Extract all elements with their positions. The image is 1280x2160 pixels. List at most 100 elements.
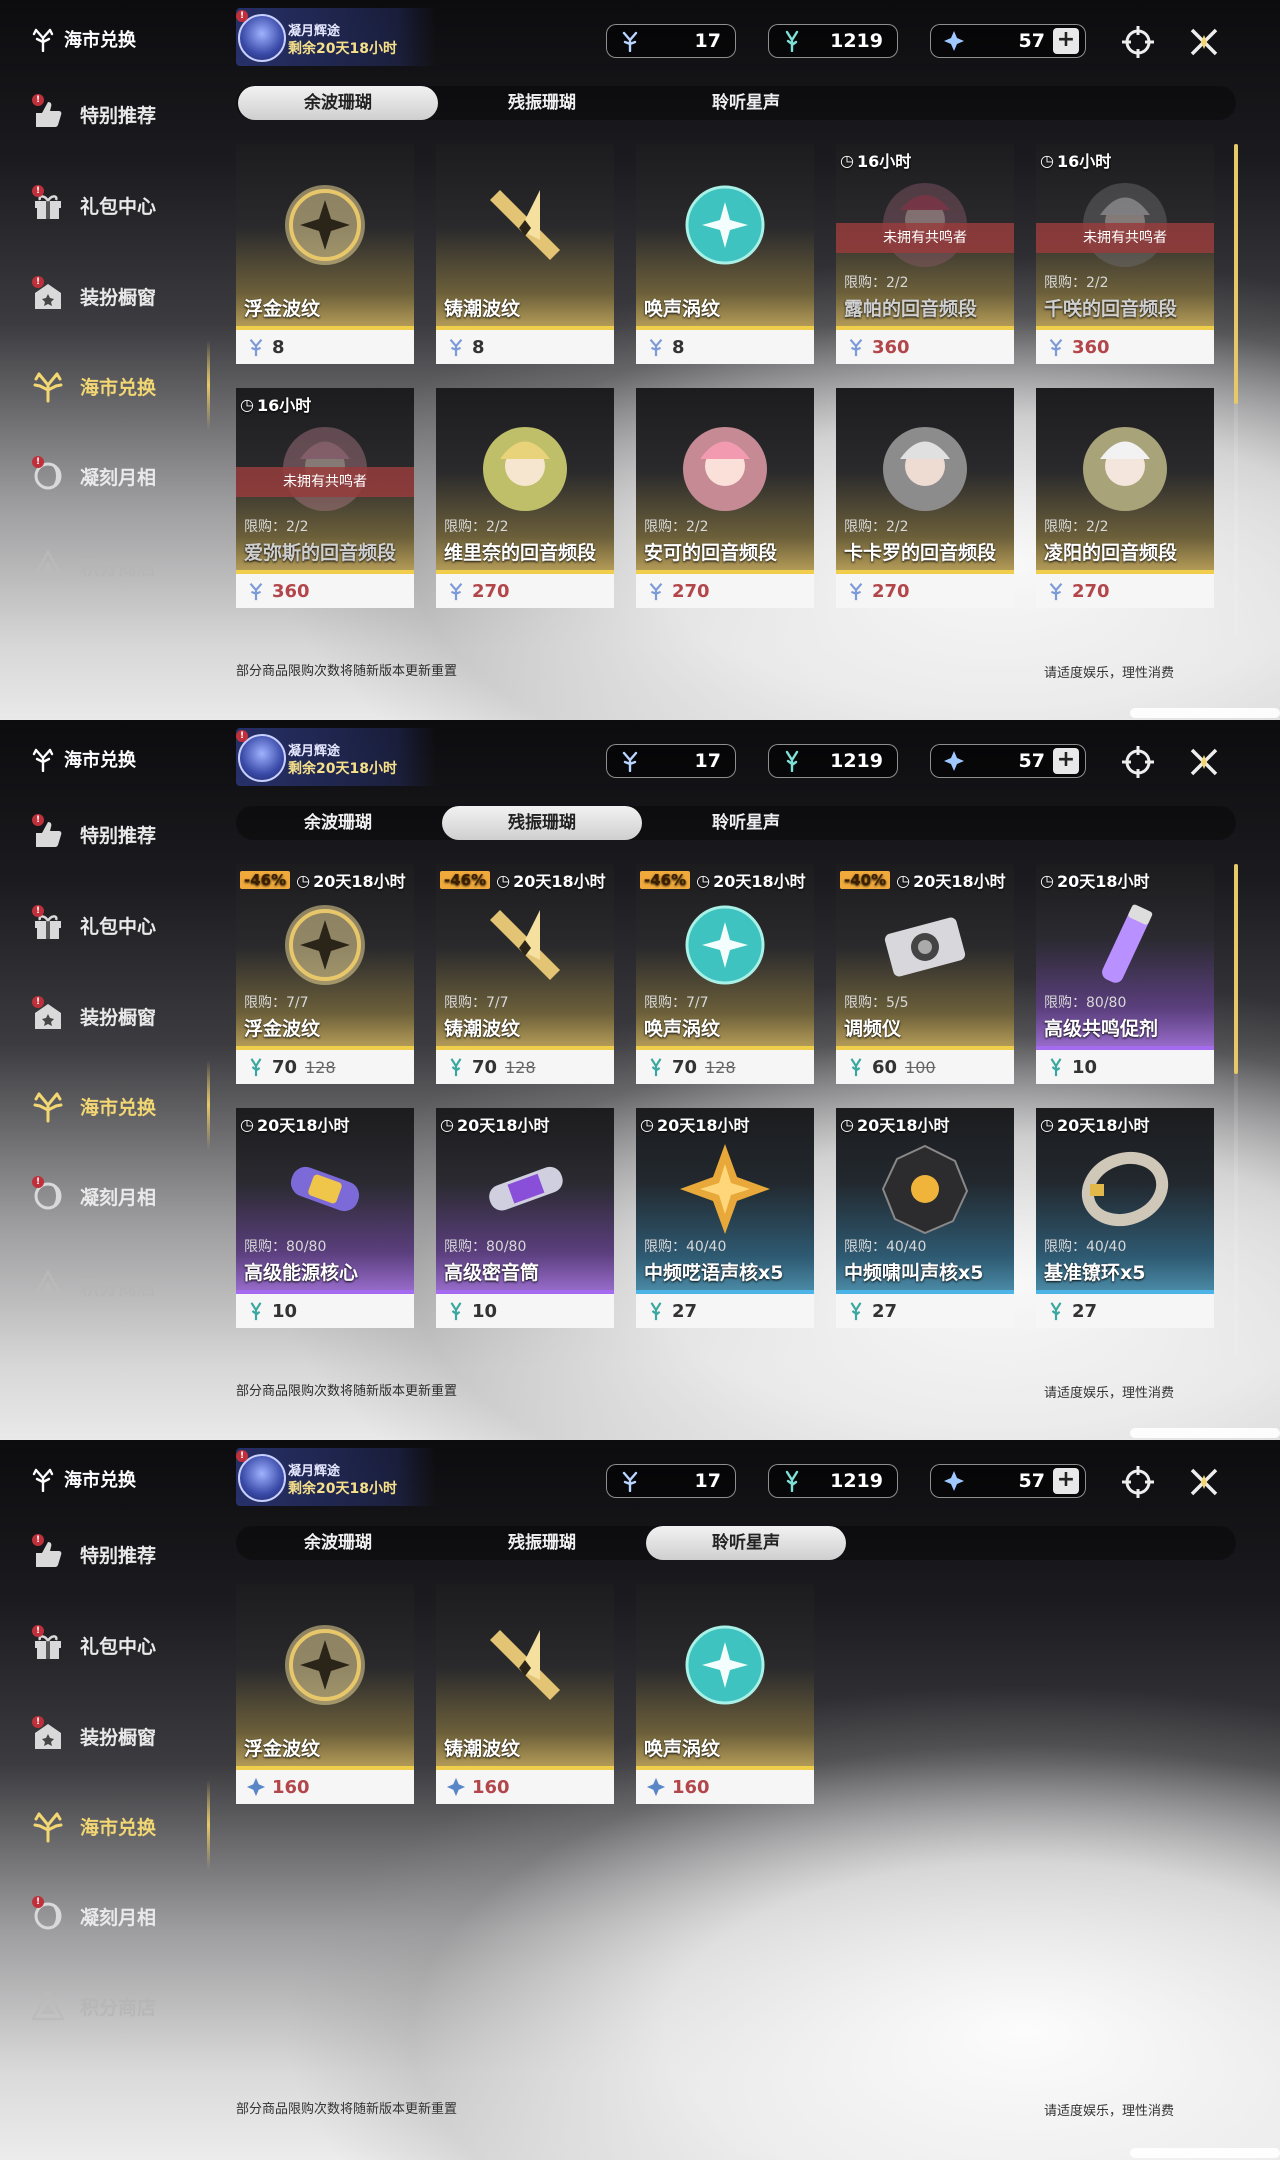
event-banner[interactable]: ! 凝月辉途 剩余20天18小时 <box>236 8 436 66</box>
item-card[interactable]: ◷ 20天18小时 限购：40/40 中频啸叫声核x5 27 <box>836 1108 1014 1328</box>
sidebar-item-moon[interactable]: ! 凝刻月相 <box>28 446 198 506</box>
navigate-button[interactable] <box>1116 740 1160 784</box>
item-card[interactable]: 浮金波纹 160 <box>236 1584 414 1804</box>
tab-afterglow-coral[interactable]: 余波珊瑚 <box>238 806 438 840</box>
currency-lustrous-tide[interactable]: 57 + <box>930 1464 1086 1498</box>
sidebar-item-exchange[interactable]: 海市兑换 <box>28 356 198 416</box>
sidebar-item-outfit[interactable]: ! 装扮橱窗 <box>28 1706 198 1766</box>
shop-panel-3: 海市兑换 ! 特别推荐 ! 礼包中心 ! 装扮橱窗 海市兑换 ! 凝刻月相 积分… <box>0 1440 1280 2160</box>
item-card[interactable]: ◷ 16小时 未拥有共鸣者 限购：2/2 千咲的回音频段 360 <box>1036 144 1214 364</box>
tab-bar: 余波珊瑚 残振珊瑚 聆听星声 <box>236 806 1236 840</box>
sidebar-item-outfit[interactable]: ! 装扮橱窗 <box>28 266 198 326</box>
sidebar-item-gift[interactable]: ! 礼包中心 <box>28 895 198 955</box>
close-icon <box>1190 28 1218 56</box>
navigate-button[interactable] <box>1116 20 1160 64</box>
scrollbar-thumb[interactable] <box>1234 864 1238 1074</box>
alert-badge: ! <box>32 1534 44 1546</box>
afterglow-coral-icon <box>249 583 263 601</box>
item-card[interactable]: 唤声涡纹 160 <box>636 1584 814 1804</box>
event-title: 凝月辉途 <box>288 1464 341 1479</box>
home-indicator <box>1130 708 1280 718</box>
event-banner[interactable]: ! 凝月辉途 剩余20天18小时 <box>236 728 436 786</box>
oscillated-coral-icon <box>785 30 799 52</box>
sidebar: 海市兑换 ! 特别推荐 ! 礼包中心 ! 装扮橱窗 海市兑换 ! 凝刻月相 积分… <box>0 0 210 720</box>
currency-oscillated-coral[interactable]: 1219 <box>768 1464 898 1498</box>
golden-orb-icon <box>285 905 365 985</box>
close-button[interactable] <box>1182 20 1226 64</box>
item-card[interactable]: 限购：2/2 凌阳的回音频段 270 <box>1036 388 1214 608</box>
scrollbar-thumb[interactable] <box>1234 144 1238 404</box>
tab-oscillated-coral[interactable]: 残振珊瑚 <box>442 806 642 840</box>
currency-lustrous-tide[interactable]: 57 + <box>930 744 1086 778</box>
tab-listening-star[interactable]: 聆听星声 <box>646 86 846 120</box>
star-shard-icon <box>646 1777 666 1797</box>
event-banner[interactable]: ! 凝月辉途 剩余20天18小时 <box>236 1448 436 1506</box>
clock-icon: ◷ <box>440 1114 454 1134</box>
item-card[interactable]: -46% ◷ 20天18小时 限购：7/7 唤声涡纹 70 128 <box>636 864 814 1084</box>
sidebar-item-gift[interactable]: ! 礼包中心 <box>28 1615 198 1675</box>
item-card[interactable]: 限购：2/2 安可的回音频段 270 <box>636 388 814 608</box>
item-card[interactable]: ◷ 20天18小时 限购：40/40 基准镣环x5 27 <box>1036 1108 1214 1328</box>
alert-badge: ! <box>32 996 44 1008</box>
alert-badge: ! <box>32 1716 44 1728</box>
item-card[interactable]: 铸潮波纹 160 <box>436 1584 614 1804</box>
item-card[interactable]: ◷ 20天18小时 限购：80/80 高级共鸣促剂 10 <box>1036 864 1214 1084</box>
sidebar-item-moon[interactable]: ! 凝刻月相 <box>28 1166 198 1226</box>
item-card[interactable]: ◷ 16小时 未拥有共鸣者 限购：2/2 露帕的回音频段 360 <box>836 144 1014 364</box>
tab-oscillated-coral[interactable]: 残振珊瑚 <box>442 1526 642 1560</box>
item-card[interactable]: ◷ 20天18小时 限购：80/80 高级能源核心 10 <box>236 1108 414 1328</box>
sidebar-item-special[interactable]: ! 特别推荐 <box>28 1524 198 1584</box>
item-card[interactable]: 限购：2/2 卡卡罗的回音频段 270 <box>836 388 1014 608</box>
currency-oscillated-coral[interactable]: 1219 <box>768 24 898 58</box>
currency-oscillated-coral[interactable]: 1219 <box>768 744 898 778</box>
sidebar-item-points[interactable]: 积分商店 <box>28 536 198 596</box>
golden-blade-icon <box>490 1630 560 1700</box>
sidebar-item-moon[interactable]: ! 凝刻月相 <box>28 1886 198 1946</box>
item-card[interactable]: 限购：2/2 维里奈的回音频段 270 <box>436 388 614 608</box>
triangle-emblem-icon <box>31 1269 65 1301</box>
clock-icon: ◷ <box>296 870 311 890</box>
sidebar-item-special[interactable]: ! 特别推荐 <box>28 804 198 864</box>
currency-afterglow-coral[interactable]: 17 <box>606 1464 736 1498</box>
tab-oscillated-coral[interactable]: 残振珊瑚 <box>442 86 642 120</box>
alert-badge: ! <box>32 276 44 288</box>
item-card[interactable]: ◷ 16小时 未拥有共鸣者 限购：2/2 爱弥斯的回音频段 360 <box>236 388 414 608</box>
close-button[interactable] <box>1182 740 1226 784</box>
tab-afterglow-coral[interactable]: 余波珊瑚 <box>238 1526 438 1560</box>
sidebar-item-points[interactable]: 积分商店 <box>28 1256 198 1316</box>
item-card[interactable]: -40% ◷ 20天18小时 限购：5/5 调频仪 60 100 <box>836 864 1014 1084</box>
tab-listening-star[interactable]: 聆听星声 <box>646 806 846 840</box>
sidebar-item-points[interactable]: 积分商店 <box>28 1976 198 2036</box>
sidebar-item-exchange[interactable]: 海市兑换 <box>28 1796 198 1856</box>
sidebar-item-exchange[interactable]: 海市兑换 <box>28 1076 198 1136</box>
add-currency-button[interactable]: + <box>1053 28 1079 54</box>
sidebar-item-outfit[interactable]: ! 装扮橱窗 <box>28 986 198 1046</box>
currency-lustrous-tide[interactable]: 57 + <box>930 24 1086 58</box>
add-currency-button[interactable]: + <box>1053 1468 1079 1494</box>
tab-listening-star[interactable]: 聆听星声 <box>646 1526 846 1560</box>
item-card[interactable]: ◷ 20天18小时 限购：80/80 高级密音筒 10 <box>436 1108 614 1328</box>
item-card[interactable]: ◷ 20天18小时 限购：40/40 中频呓语声核x5 27 <box>636 1108 814 1328</box>
energy-core-icon <box>290 1166 360 1212</box>
clock-icon: ◷ <box>1040 150 1054 170</box>
no-resonator-banner: 未拥有共鸣者 <box>1036 223 1214 253</box>
item-card[interactable]: 浮金波纹 8 <box>236 144 414 364</box>
oscillated-coral-icon <box>650 1302 662 1321</box>
add-currency-button[interactable]: + <box>1053 748 1079 774</box>
currency-afterglow-coral[interactable]: 17 <box>606 744 736 778</box>
sidebar-item-special[interactable]: ! 特别推荐 <box>28 84 198 144</box>
tab-afterglow-coral[interactable]: 余波珊瑚 <box>238 86 438 120</box>
sidebar-header: 海市兑换 <box>30 746 136 772</box>
item-card[interactable]: 唤声涡纹 8 <box>636 144 814 364</box>
sidebar-item-gift[interactable]: ! 礼包中心 <box>28 175 198 235</box>
event-emblem-icon <box>238 14 286 62</box>
item-card[interactable]: 铸潮波纹 8 <box>436 144 614 364</box>
shop-panel-2: 海市兑换 ! 特别推荐 ! 礼包中心 ! 装扮橱窗 海市兑换 ! 凝刻月相 积分… <box>0 720 1280 1440</box>
item-card[interactable]: -46% ◷ 20天18小时 限购：7/7 浮金波纹 70 128 <box>236 864 414 1084</box>
item-card[interactable]: -46% ◷ 20天18小时 限购：7/7 铸潮波纹 70 128 <box>436 864 614 1084</box>
alert-badge: ! <box>236 10 248 22</box>
navigate-button[interactable] <box>1116 1460 1160 1504</box>
close-button[interactable] <box>1182 1460 1226 1504</box>
event-countdown: 剩余20天18小时 <box>288 1481 397 1497</box>
currency-afterglow-coral[interactable]: 17 <box>606 24 736 58</box>
